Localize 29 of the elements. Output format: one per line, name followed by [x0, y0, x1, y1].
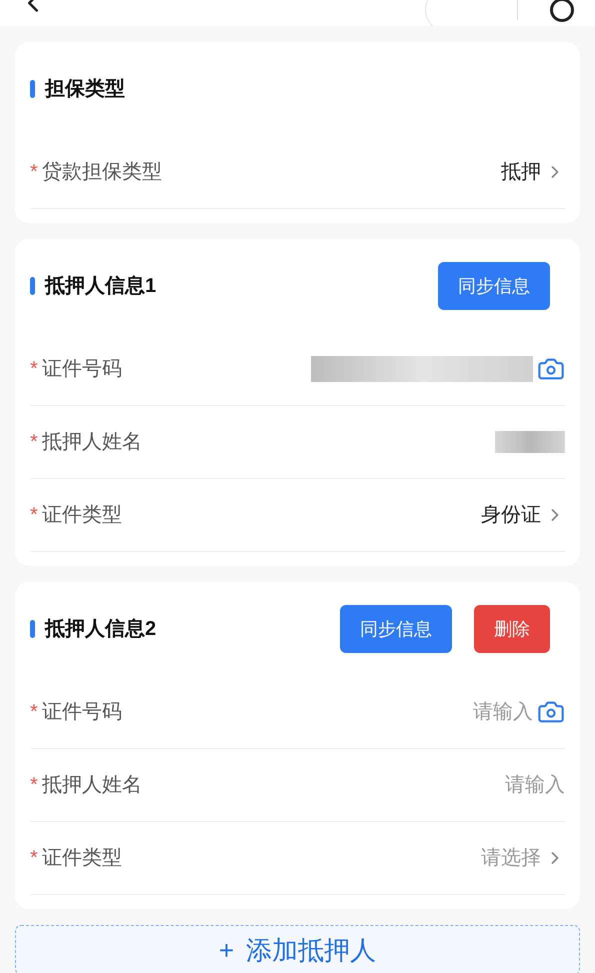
- field-value[interactable]: 抵押: [501, 157, 541, 187]
- field-label: 证件类型: [42, 846, 122, 871]
- required-mark: *: [30, 357, 38, 382]
- section-title: 抵押人信息2: [45, 617, 158, 642]
- field-label: 抵押人姓名: [42, 773, 142, 798]
- field-label: 证件号码: [42, 700, 122, 725]
- required-mark: *: [30, 160, 38, 185]
- field-placeholder[interactable]: 请输入: [473, 697, 533, 727]
- required-mark: *: [30, 846, 38, 871]
- field-placeholder[interactable]: 请输入: [505, 770, 565, 800]
- required-mark: *: [30, 700, 38, 725]
- section-title: 担保类型: [45, 77, 126, 102]
- sync-button[interactable]: 同步信息: [340, 605, 452, 653]
- field-placeholder[interactable]: 请选择: [481, 843, 541, 873]
- accent-bar: [30, 80, 35, 98]
- field-label: 贷款担保类型: [42, 160, 162, 185]
- accent-bar: [30, 620, 35, 638]
- required-mark: *: [30, 430, 38, 455]
- field-label: 证件号码: [42, 357, 122, 382]
- accent-bar: [30, 277, 35, 295]
- delete-button[interactable]: 删除: [474, 605, 550, 653]
- add-mortgagor-button[interactable]: + 添加抵押人: [15, 925, 580, 973]
- field-label: 抵押人姓名: [42, 430, 142, 455]
- sync-button[interactable]: 同步信息: [438, 262, 550, 310]
- required-mark: *: [30, 773, 38, 798]
- required-mark: *: [30, 503, 38, 528]
- field-value[interactable]: 身份证: [481, 500, 541, 530]
- field-label: 证件类型: [42, 503, 122, 528]
- section-title: 抵押人信息1: [45, 274, 158, 299]
